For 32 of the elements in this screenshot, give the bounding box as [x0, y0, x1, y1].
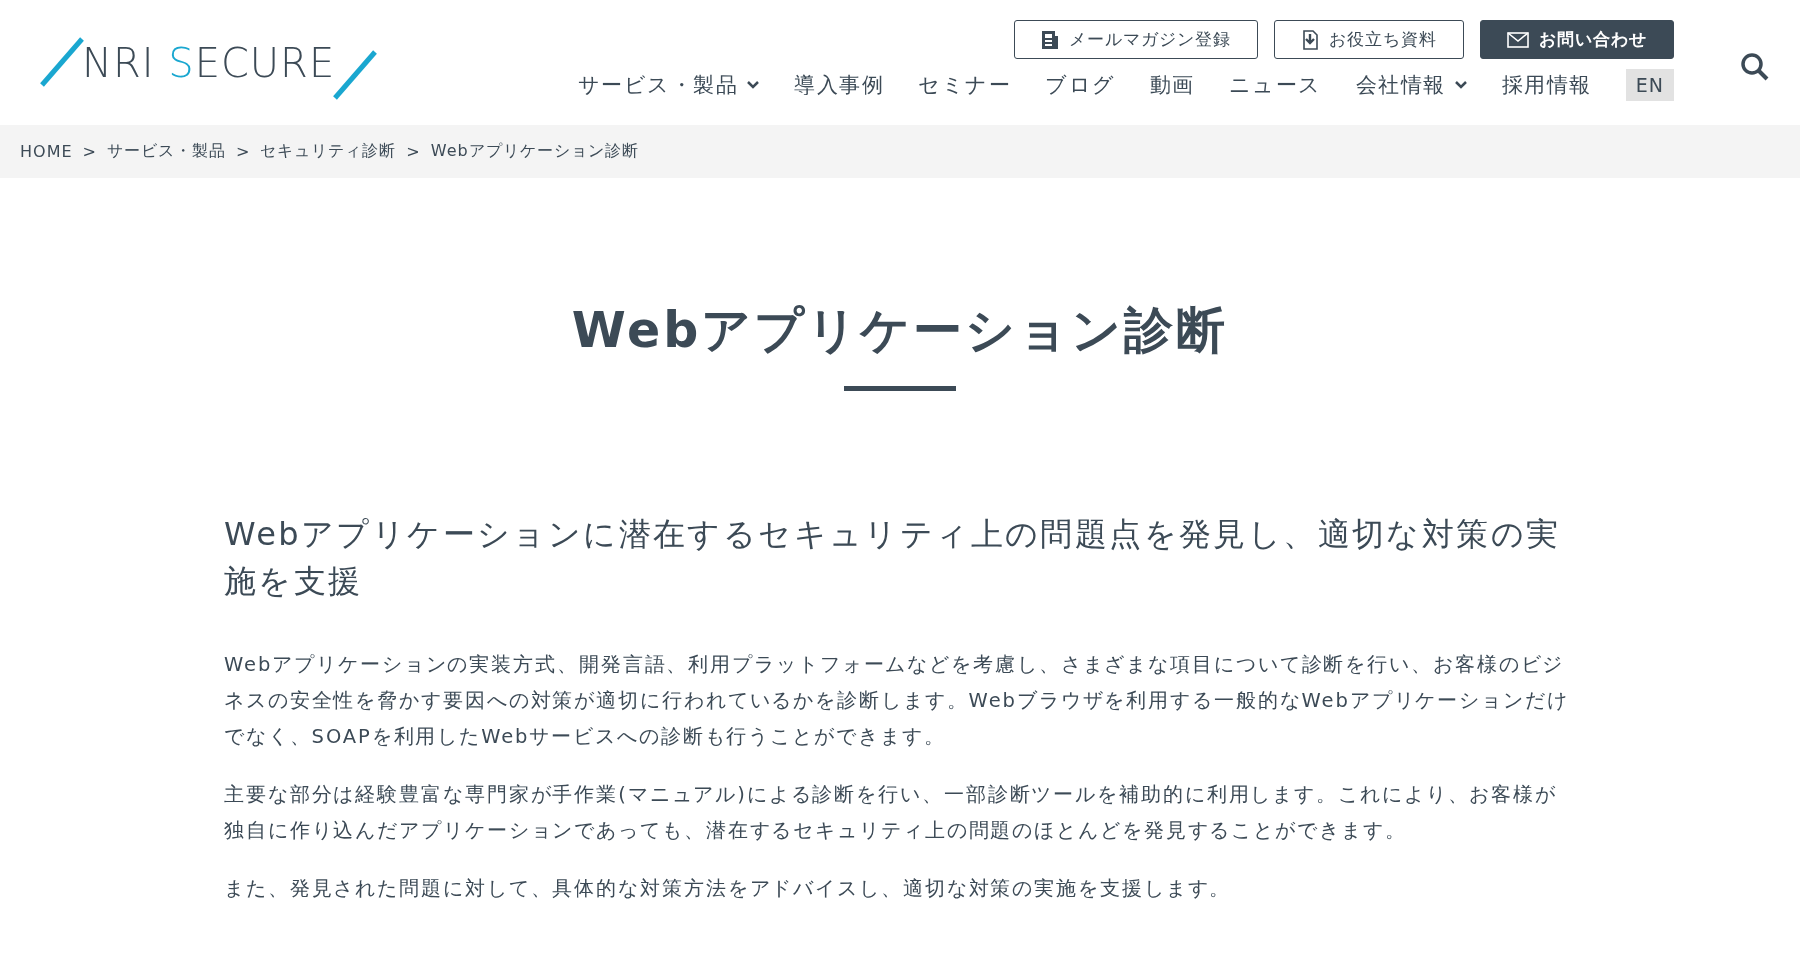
nav-link[interactable]: 動画 — [1149, 71, 1195, 99]
language-button[interactable]: EN — [1625, 69, 1674, 101]
header-button[interactable]: お問い合わせ — [1480, 20, 1674, 59]
body-paragraph: また、発見された問題に対して、具体的な対策方法をアドバイスし、適切な対策の実施を支援します。 — [224, 876, 1233, 902]
nav-link[interactable]: 会社情報 — [1355, 71, 1468, 99]
breadcrumb-link[interactable]: セキュリティ診断 — [260, 141, 397, 162]
search-icon — [1740, 52, 1770, 82]
breadcrumb-link[interactable]: サービス・製品 — [106, 141, 226, 162]
breadcrumb-separator: > — [406, 142, 421, 161]
logo-slash-icon — [40, 37, 86, 89]
nav-link[interactable]: ニュース — [1228, 71, 1322, 99]
body-paragraph: 主要な部分は経験豊富な専門家が手作業(マニュアル)による診断を行い、一部診断ツールを補助的に利用します。これにより、お客様が独自に作り込んだアプリケーションであっても、潜在するセキュリティ上の問題のほとんどを発見することができます。 — [224, 782, 1558, 844]
nav-link[interactable]: サービス・製品 — [577, 71, 761, 99]
nav-link[interactable]: ブログ — [1045, 71, 1116, 99]
nav-link[interactable]: 導入事例 — [794, 71, 885, 99]
logo-slash-icon — [331, 48, 378, 100]
breadcrumb-separator: > — [235, 142, 251, 161]
page-title: Webアプリケーション診断 — [571, 301, 1229, 361]
current-page-label: Webアプリケーション診断 — [430, 141, 639, 162]
breadcrumb-separator: > — [82, 142, 97, 161]
body-paragraph: Webアプリケーションの実装方式、開発言語、利用プラットフォームなどを考慮し、さまざまな項目について診断を行い、お客様のビジネスの安全性を脅かす要因への対策が適切に行われているかを診断します。Webブラウザを利用する一般的なWebアプリケーションだけでなく、SOAPを利用したWebサービスへの診断も行うことができます。 — [224, 652, 1570, 750]
nav-link[interactable]: 採用情報 — [1501, 71, 1592, 99]
header-button[interactable]: お役立ち資料 — [1274, 20, 1464, 59]
lead-heading: Webアプリケーションに潜在するセキュリティ上の問題点を発見し、適切な対策の実施を支援 — [224, 514, 1562, 602]
newspaper-icon — [1041, 29, 1059, 50]
document-download-icon — [1301, 29, 1319, 50]
envelope-icon — [1507, 31, 1529, 48]
header-button[interactable]: メールマガジン登録 — [1014, 20, 1258, 59]
breadcrumb-link[interactable]: HOME — [20, 142, 73, 161]
search-button[interactable] — [1740, 52, 1770, 82]
logo-text: NRI SECURE — [82, 40, 336, 86]
nav-link[interactable]: セミナー — [918, 71, 1012, 99]
